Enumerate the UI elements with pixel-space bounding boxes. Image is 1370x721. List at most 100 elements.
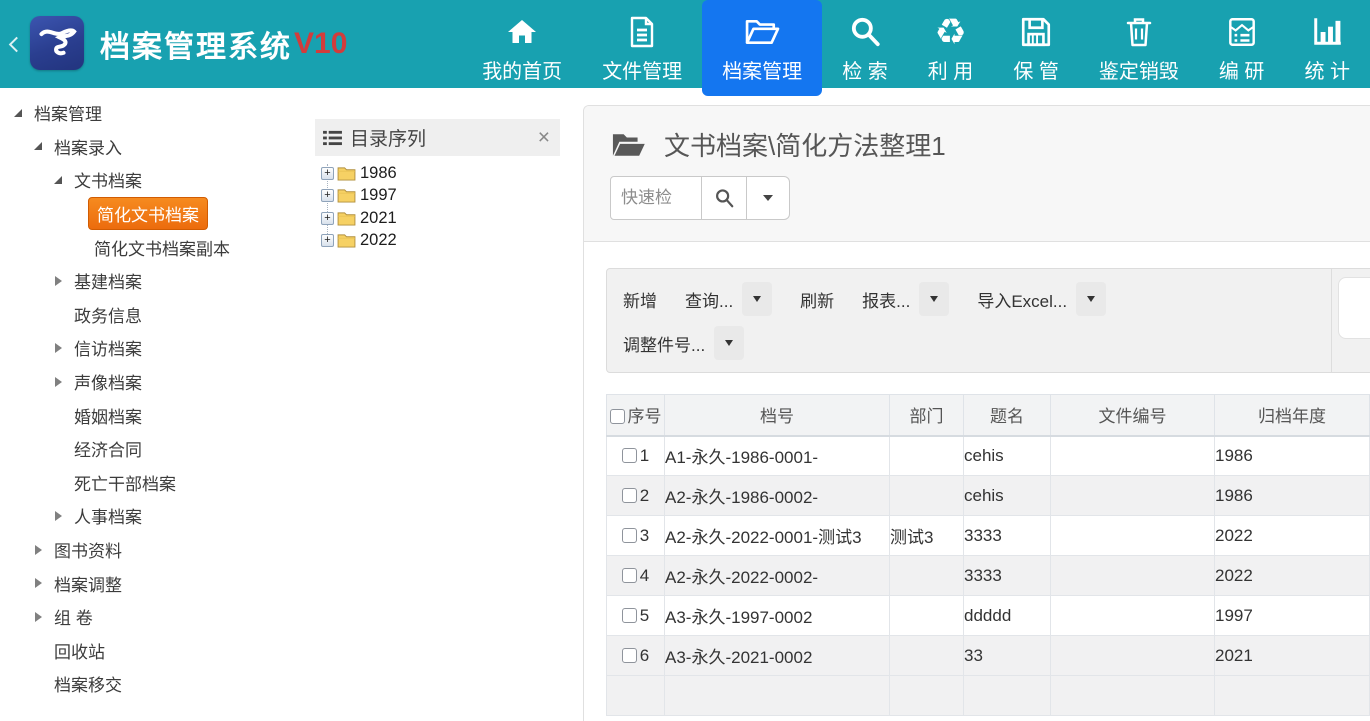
toolbar-side-input[interactable] bbox=[1338, 277, 1370, 339]
expand-plus-icon[interactable]: + bbox=[321, 189, 334, 202]
expand-plus-icon[interactable]: + bbox=[321, 212, 334, 225]
sidebar-tree-item[interactable]: 图书资料 bbox=[0, 533, 315, 567]
sidebar-tree-item[interactable]: 档案录入 bbox=[0, 130, 315, 164]
catalog-year-node[interactable]: + 2022 bbox=[321, 230, 560, 253]
table-row[interactable]: 6 A3-永久-2021-0002 33 2021 bbox=[607, 636, 1370, 676]
row-checkbox[interactable] bbox=[622, 608, 637, 623]
back-button[interactable] bbox=[0, 0, 26, 88]
row-checkbox[interactable] bbox=[622, 568, 637, 583]
sidebar-tree-item[interactable]: 档案管理 bbox=[0, 96, 315, 130]
chevron-down-icon bbox=[930, 296, 938, 302]
sidebar-tree-item[interactable]: 婚姻档案 bbox=[0, 398, 315, 432]
sidebar-tree-item[interactable]: 政务信息 bbox=[0, 298, 315, 332]
quick-search-input[interactable] bbox=[610, 176, 702, 220]
column-seq[interactable]: 序号 bbox=[607, 395, 665, 436]
table-row[interactable]: 1 A1-永久-1986-0001- cehis 1986 bbox=[607, 436, 1370, 476]
logo-calligraphy-icon bbox=[35, 21, 79, 65]
sidebar-tree-item[interactable]: 人事档案 bbox=[0, 499, 315, 533]
table-row[interactable]: 4 A2-永久-2022-0002- 3333 2022 bbox=[607, 556, 1370, 596]
sidebar-tree-item[interactable]: 回收站 bbox=[0, 634, 315, 668]
dropdown-caret-button[interactable] bbox=[1076, 282, 1106, 316]
row-checkbox[interactable] bbox=[622, 528, 637, 543]
search-options-dropdown-button[interactable] bbox=[747, 176, 790, 220]
search-button[interactable] bbox=[702, 176, 747, 220]
column-archive-no[interactable]: 档号 bbox=[665, 395, 890, 436]
tree-expander-icon[interactable] bbox=[48, 276, 68, 286]
sidebar-tree-item[interactable]: 文书档案 bbox=[0, 163, 315, 197]
tree-expander-icon[interactable] bbox=[28, 612, 48, 622]
nav-item[interactable]: 保 管 bbox=[993, 0, 1079, 88]
toolbar-button[interactable]: 刷新 bbox=[800, 287, 834, 312]
nav-item[interactable]: 档案管理 bbox=[702, 0, 822, 96]
nav-item-label: 文件管理 bbox=[602, 55, 682, 84]
tree-expander-icon[interactable] bbox=[48, 511, 68, 521]
sidebar-tree-item[interactable]: 经济合同 bbox=[0, 432, 315, 466]
tree-item-label: 婚姻档案 bbox=[68, 401, 148, 430]
nav-item[interactable]: ♻ 利 用 bbox=[908, 0, 994, 88]
toolbar-button[interactable]: 新增 bbox=[623, 287, 657, 312]
cell-year: 2022 bbox=[1215, 516, 1370, 556]
tree-expander-icon[interactable] bbox=[28, 545, 48, 555]
tree-expander-icon[interactable] bbox=[28, 578, 48, 588]
row-checkbox[interactable] bbox=[622, 448, 637, 463]
sidebar-tree-item[interactable]: 声像档案 bbox=[0, 365, 315, 399]
catalog-year-label: 2021 bbox=[360, 209, 397, 228]
tree-expander-icon[interactable] bbox=[28, 142, 48, 150]
table-row[interactable]: 2 A2-永久-1986-0002- cehis 1986 bbox=[607, 476, 1370, 516]
dropdown-caret-button[interactable] bbox=[919, 282, 949, 316]
sidebar-tree-item[interactable]: 简化文书档案副本 bbox=[0, 230, 315, 264]
nav-item[interactable]: 检 索 bbox=[822, 0, 908, 88]
cell-doc-no bbox=[1051, 596, 1215, 636]
table-row[interactable]: 5 A3-永久-1997-0002 ddddd 1997 bbox=[607, 596, 1370, 636]
toolbar-button[interactable]: 报表... bbox=[862, 287, 910, 312]
nav-item[interactable]: 文件管理 bbox=[582, 0, 702, 88]
sidebar-tree-item[interactable]: 组 卷 bbox=[0, 600, 315, 634]
toolbar-button-group: 新增 bbox=[623, 287, 657, 312]
table-row[interactable]: 3 A2-永久-2022-0001-测试3 测试3 3333 2022 bbox=[607, 516, 1370, 556]
catalog-year-node[interactable]: + 2021 bbox=[321, 207, 560, 230]
tree-item-label: 经济合同 bbox=[68, 434, 148, 463]
column-year[interactable]: 归档年度 bbox=[1215, 395, 1370, 436]
toolbar-button[interactable]: 导入Excel... bbox=[977, 287, 1067, 312]
breadcrumb: 文书档案\简化方法整理1 bbox=[610, 126, 1370, 163]
sidebar-tree-item[interactable]: 档案调整 bbox=[0, 566, 315, 600]
document-icon bbox=[626, 13, 658, 51]
column-title[interactable]: 题名 bbox=[964, 395, 1051, 436]
row-checkbox[interactable] bbox=[622, 488, 637, 503]
select-all-checkbox[interactable] bbox=[610, 409, 625, 424]
column-department[interactable]: 部门 bbox=[890, 395, 964, 436]
sidebar-tree-item[interactable]: 简化文书档案 bbox=[0, 197, 315, 231]
nav-item[interactable]: 鉴定销毁 bbox=[1079, 0, 1199, 88]
nav-item[interactable]: 编 研 bbox=[1199, 0, 1285, 88]
tree-item-label: 档案调整 bbox=[48, 569, 128, 598]
catalog-year-label: 1986 bbox=[360, 164, 397, 183]
tree-expander-icon[interactable] bbox=[48, 343, 68, 353]
column-doc-no[interactable]: 文件编号 bbox=[1051, 395, 1215, 436]
dropdown-caret-button[interactable] bbox=[742, 282, 772, 316]
catalog-year-node[interactable]: + 1986 bbox=[321, 162, 560, 185]
catalog-year-node[interactable]: + 1997 bbox=[321, 185, 560, 208]
cell-archive-no: A1-永久-1986-0001- bbox=[665, 436, 890, 476]
toolbar-button-group: 查询... bbox=[685, 282, 772, 316]
tree-expander-icon[interactable] bbox=[48, 176, 68, 184]
cell-department bbox=[890, 556, 964, 596]
tree-item-label: 档案移交 bbox=[48, 669, 128, 698]
dropdown-caret-button[interactable] bbox=[714, 326, 744, 360]
expand-plus-icon[interactable]: + bbox=[321, 167, 334, 180]
sidebar-tree-item[interactable]: 档案移交 bbox=[0, 667, 315, 701]
nav-item[interactable]: 统 计 bbox=[1284, 0, 1370, 88]
row-checkbox[interactable] bbox=[622, 648, 637, 663]
tree-expander-icon[interactable] bbox=[48, 377, 68, 387]
toolbar-button[interactable]: 查询... bbox=[685, 287, 733, 312]
sidebar-tree-item[interactable]: 基建档案 bbox=[0, 264, 315, 298]
quick-search-bar bbox=[610, 176, 1370, 220]
nav-item[interactable]: 我的首页 bbox=[462, 0, 582, 88]
tree-item-label: 人事档案 bbox=[68, 501, 148, 530]
sidebar-tree-item[interactable]: 死亡干部档案 bbox=[0, 466, 315, 500]
toolbar-button[interactable]: 调整件号... bbox=[623, 331, 705, 356]
recycle-icon: ♻ bbox=[934, 13, 966, 51]
sidebar-tree-item[interactable]: 信访档案 bbox=[0, 331, 315, 365]
tree-expander-icon[interactable] bbox=[8, 109, 28, 117]
close-icon[interactable]: × bbox=[538, 127, 550, 148]
expand-plus-icon[interactable]: + bbox=[321, 234, 334, 247]
